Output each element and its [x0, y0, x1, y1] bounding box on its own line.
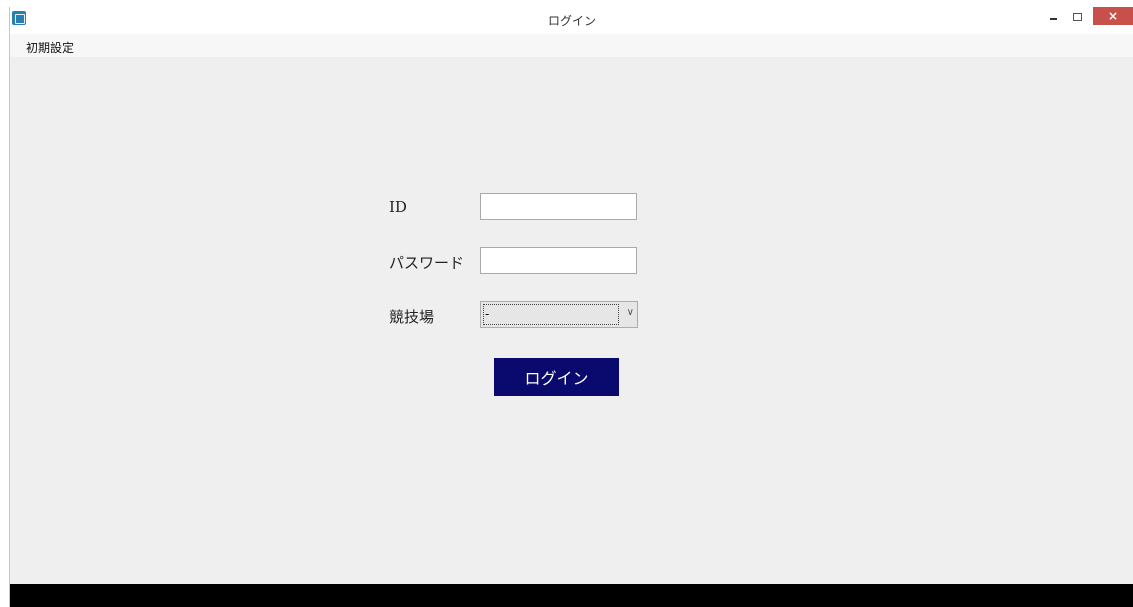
minimize-icon: [1049, 18, 1057, 20]
chevron-down-icon[interactable]: ∨: [627, 307, 634, 318]
login-window: ログイン × 初期設定 ID パスワード 競技場 - ∨ ログイン: [9, 7, 1133, 607]
minimize-button[interactable]: [1042, 7, 1064, 27]
menu-bar: 初期設定: [10, 34, 1133, 57]
password-input[interactable]: [480, 247, 637, 274]
title-bar[interactable]: ログイン ×: [10, 7, 1133, 34]
bottom-bar: [10, 584, 1133, 607]
id-label: ID: [389, 198, 407, 216]
login-button[interactable]: ログイン: [494, 358, 619, 396]
id-input[interactable]: [480, 193, 637, 220]
window-title: ログイン: [547, 14, 596, 28]
venue-selected-value: -: [483, 304, 619, 325]
close-button[interactable]: ×: [1093, 7, 1133, 25]
login-form-area: ID パスワード 競技場 - ∨ ログイン: [10, 57, 1133, 584]
menu-item-initial-settings[interactable]: 初期設定: [26, 39, 74, 56]
maximize-button[interactable]: [1066, 7, 1088, 27]
close-icon: ×: [1107, 9, 1119, 23]
venue-label: 競技場: [389, 308, 435, 326]
maximize-icon: [1072, 13, 1082, 21]
password-label: パスワード: [389, 254, 465, 272]
venue-select[interactable]: - ∨: [480, 301, 638, 328]
